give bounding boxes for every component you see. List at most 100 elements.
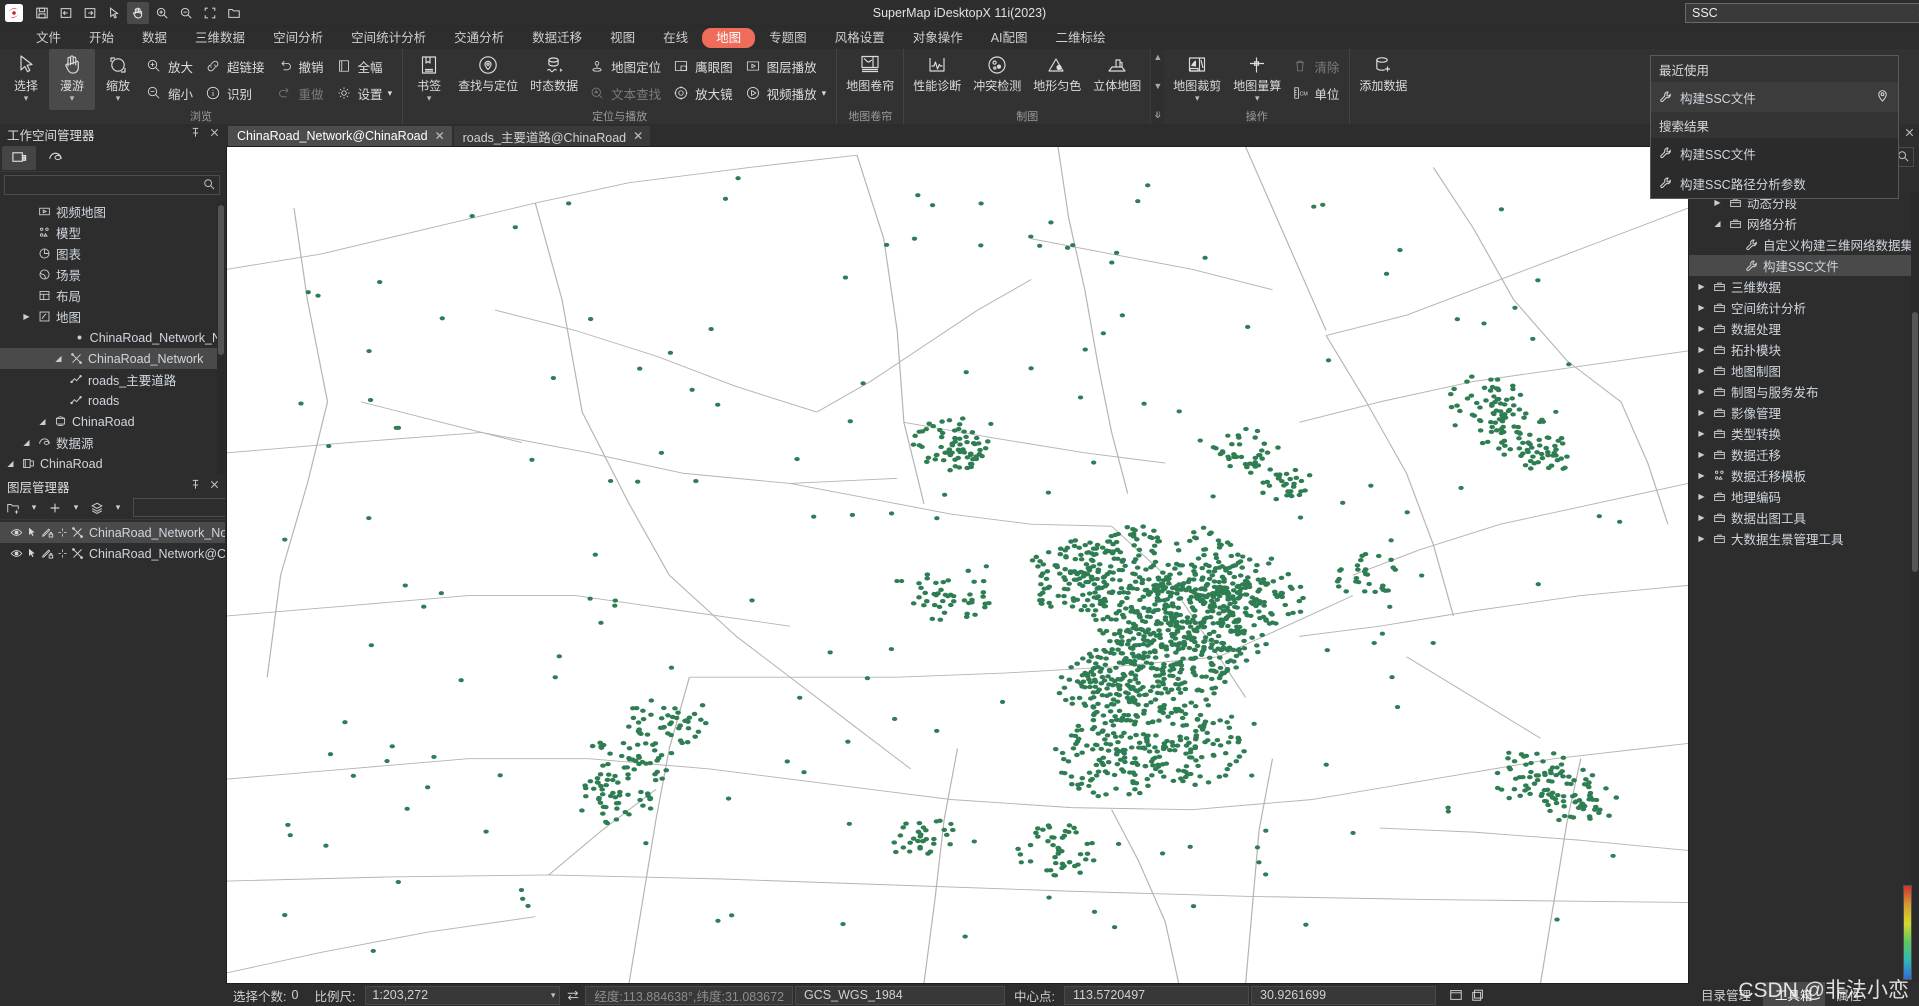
ribbon-button-书签[interactable]: 书签 ▾ — [406, 49, 452, 110]
close-icon[interactable] — [208, 127, 221, 141]
workspace-tree-node[interactable]: 场景 — [0, 264, 225, 285]
search-result-item[interactable]: 构建SSC路径分析参数 — [1651, 168, 1898, 198]
scale-combobox[interactable]: 1:203,272 ▾ — [365, 985, 561, 1005]
chevron-down-icon[interactable]: ◢ — [1711, 219, 1724, 228]
ribbon-button-清除[interactable]: 清除 — [1287, 54, 1346, 79]
editable-lock-icon[interactable] — [41, 526, 54, 539]
workspace-tree-node[interactable]: 模型 — [0, 222, 225, 243]
ribbon-button-撤销[interactable]: 撤销 — [272, 54, 331, 79]
toolbox-tree[interactable]: ▶ 动态分段 ◢ 网络分析 自定义构建三维网络数据集 构建SSC文件 ▶ 三维数据 ▶ 空间统计分… — [1689, 192, 1919, 982]
workspace-tree-node[interactable]: ◢ ChinaRoad — [0, 453, 225, 474]
network-dataset-icon[interactable] — [71, 547, 84, 560]
toolbox-tree-node[interactable]: ▶ 数据出图工具 — [1689, 507, 1919, 528]
new-folder-chevron-down-icon[interactable]: ▾ — [24, 498, 44, 518]
global-search-input[interactable] — [1692, 6, 1916, 20]
toolbox-tree-scrollbar[interactable] — [1911, 192, 1919, 982]
swap-arrows-icon[interactable] — [562, 986, 584, 1005]
eye-icon[interactable] — [10, 526, 23, 539]
eye-icon[interactable] — [10, 547, 23, 560]
pin-icon[interactable] — [189, 479, 202, 493]
ribbon-tab-15[interactable]: 二维标绘 — [1042, 28, 1120, 48]
cursor-arrow-icon[interactable] — [103, 2, 125, 24]
chevron-down-icon[interactable]: ▾ — [70, 94, 75, 103]
chevron-down-icon[interactable]: ▼ — [1153, 81, 1162, 91]
database-disc-icon[interactable] — [38, 146, 72, 170]
ribbon-button-立体地图[interactable]: 立体地图 — [1087, 49, 1147, 110]
map-copy-icon[interactable] — [1467, 986, 1489, 1005]
toolbox-tree-node[interactable]: ▶ 地理编码 — [1689, 486, 1919, 507]
workspace-tree-node[interactable]: ▶ 地图 — [0, 306, 225, 327]
chevron-right-icon[interactable]: ▶ — [1695, 513, 1708, 522]
toolbox-tree-node[interactable]: ▶ 拓扑模块 — [1689, 339, 1919, 360]
workspace-tree[interactable]: 视频地图 模型 图表 场景 布局 ▶ 地图 ChinaRoad_Network_N ◢ China… — [0, 199, 225, 476]
ribbon-tab-4[interactable]: 空间分析 — [259, 28, 337, 48]
ribbon-tab-11[interactable]: 专题图 — [755, 28, 821, 48]
chevron-right-icon[interactable]: ▶ — [1695, 324, 1708, 333]
selectable-icon[interactable] — [26, 526, 38, 539]
ribbon-tab-7[interactable]: 数据迁移 — [518, 28, 596, 48]
ribbon-button-超链接[interactable]: 超链接 — [200, 54, 272, 79]
ribbon-button-地图定位[interactable]: 地图定位 — [584, 54, 668, 79]
ribbon-button-性能诊断[interactable]: 性能诊断 — [907, 49, 967, 110]
map-window-icon[interactable] — [1445, 986, 1467, 1005]
chevron-down-icon[interactable]: ◢ — [4, 459, 17, 468]
ribbon-button-单位[interactable]: CM 单位 — [1287, 81, 1346, 106]
folder-icon[interactable] — [223, 2, 245, 24]
editable-lock-icon[interactable] — [41, 547, 54, 560]
toolbox-tree-node[interactable]: ◢ 网络分析 — [1689, 213, 1919, 234]
toolbox-tree-node[interactable]: ▶ 影像管理 — [1689, 402, 1919, 423]
right-dock-tab[interactable]: 目录管理 — [1689, 982, 1763, 1006]
chevron-right-icon[interactable]: ▶ — [1695, 282, 1708, 291]
toolbox-tree-node[interactable]: ▶ 数据迁移模板 — [1689, 465, 1919, 486]
toolbox-tree-node[interactable]: ▶ 三维数据 — [1689, 276, 1919, 297]
workspace-icon[interactable] — [2, 145, 36, 170]
document-tab[interactable]: ChinaRoad_Network@ChinaRoad ✕ — [228, 126, 452, 146]
ribbon-tab-13[interactable]: 对象操作 — [899, 28, 977, 48]
snap-icon[interactable] — [57, 547, 68, 560]
chevron-right-icon[interactable]: ▶ — [1695, 303, 1708, 312]
selectable-icon[interactable] — [26, 547, 38, 560]
close-icon[interactable]: ✕ — [633, 129, 643, 143]
ribbon-button-地图量算[interactable]: 地图量算 ▾ — [1227, 49, 1287, 110]
ribbon-button-选择[interactable]: 选择 ▾ — [3, 49, 49, 110]
toolbox-tree-node[interactable]: 自定义构建三维网络数据集 — [1689, 234, 1919, 255]
workspace-tree-node[interactable]: 布局 — [0, 285, 225, 306]
zoom-out-icon[interactable] — [175, 2, 197, 24]
workspace-tree-node[interactable]: 图表 — [0, 243, 225, 264]
network-dataset-icon[interactable] — [71, 526, 84, 539]
chevron-down-icon[interactable]: ▾ — [1195, 94, 1200, 103]
ribbon-button-视频播放[interactable]: 视频播放 ▾ — [740, 81, 834, 106]
ribbon-button-重做[interactable]: 重做 — [272, 81, 331, 106]
chevron-down-icon[interactable]: ▾ — [116, 94, 121, 103]
chevron-right-icon[interactable]: ▶ — [1695, 492, 1708, 501]
ribbon-button-放大[interactable]: 放大 — [141, 54, 200, 79]
chevron-down-icon[interactable]: ▾ — [388, 88, 393, 99]
chevron-right-icon[interactable]: ▶ — [1695, 345, 1708, 354]
right-dock-tab[interactable]: 工具箱 — [1763, 982, 1825, 1006]
ribbon-button-漫游[interactable]: 漫游 ▾ — [49, 49, 95, 110]
workspace-tree-scrollbar[interactable] — [217, 201, 225, 474]
chevron-down-icon[interactable]: ▾ — [427, 94, 432, 103]
full-extent-icon[interactable] — [199, 2, 221, 24]
ribbon-button-地图裁剪[interactable]: 地图裁剪 ▾ — [1167, 49, 1227, 110]
workspace-tree-node[interactable]: 视频地图 — [0, 201, 225, 222]
close-icon[interactable] — [208, 479, 221, 493]
chevron-right-icon[interactable]: ▶ — [1695, 387, 1708, 396]
ribbon-tab-12[interactable]: 风格设置 — [821, 28, 899, 48]
ribbon-tab-2[interactable]: 数据 — [128, 28, 181, 48]
toolbox-tree-node[interactable]: ▶ 空间统计分析 — [1689, 297, 1919, 318]
add-layer-chevron-down-icon[interactable]: ▾ — [66, 498, 86, 518]
chevron-right-icon[interactable]: ▶ — [1711, 198, 1724, 207]
ribbon-tab-10[interactable]: 地图 — [702, 28, 756, 48]
hand-icon[interactable] — [127, 2, 149, 24]
workspace-tree-node[interactable]: roads_主要道路 — [0, 369, 225, 390]
chevron-down-icon[interactable]: ▾ — [822, 88, 827, 99]
global-search-box[interactable]: ✕ — [1685, 3, 1919, 23]
close-icon[interactable] — [1904, 127, 1915, 141]
layer-row[interactable]: ChinaRoad_Network@Chi — [0, 543, 225, 564]
ribbon-button-冲突检测[interactable]: 冲突检测 — [967, 49, 1027, 110]
chevron-right-icon[interactable]: ▶ — [20, 312, 33, 321]
search-result-item[interactable]: 构建SSC文件 — [1651, 82, 1898, 112]
ribbon-tab-3[interactable]: 三维数据 — [181, 28, 259, 48]
chevron-right-icon[interactable]: ▶ — [1695, 534, 1708, 543]
